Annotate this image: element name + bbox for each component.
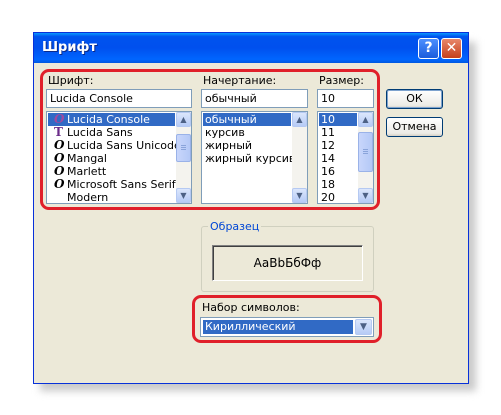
help-button[interactable]: ? <box>418 38 439 59</box>
cancel-button[interactable]: Отмена <box>386 117 443 137</box>
title-bar[interactable]: Шрифт ? ✕ <box>34 33 468 63</box>
font-dialog: Шрифт ? ✕ Шрифт: Lucida Console O Lucida … <box>33 32 469 384</box>
sample-legend: Образец <box>208 220 262 233</box>
sample-preview: AaBbБбФф <box>212 245 363 281</box>
ok-button[interactable]: ОК <box>386 89 443 109</box>
highlight-font-lists <box>40 69 380 210</box>
highlight-charset <box>192 295 382 343</box>
close-button[interactable]: ✕ <box>441 38 462 59</box>
window-title: Шрифт <box>42 40 97 55</box>
